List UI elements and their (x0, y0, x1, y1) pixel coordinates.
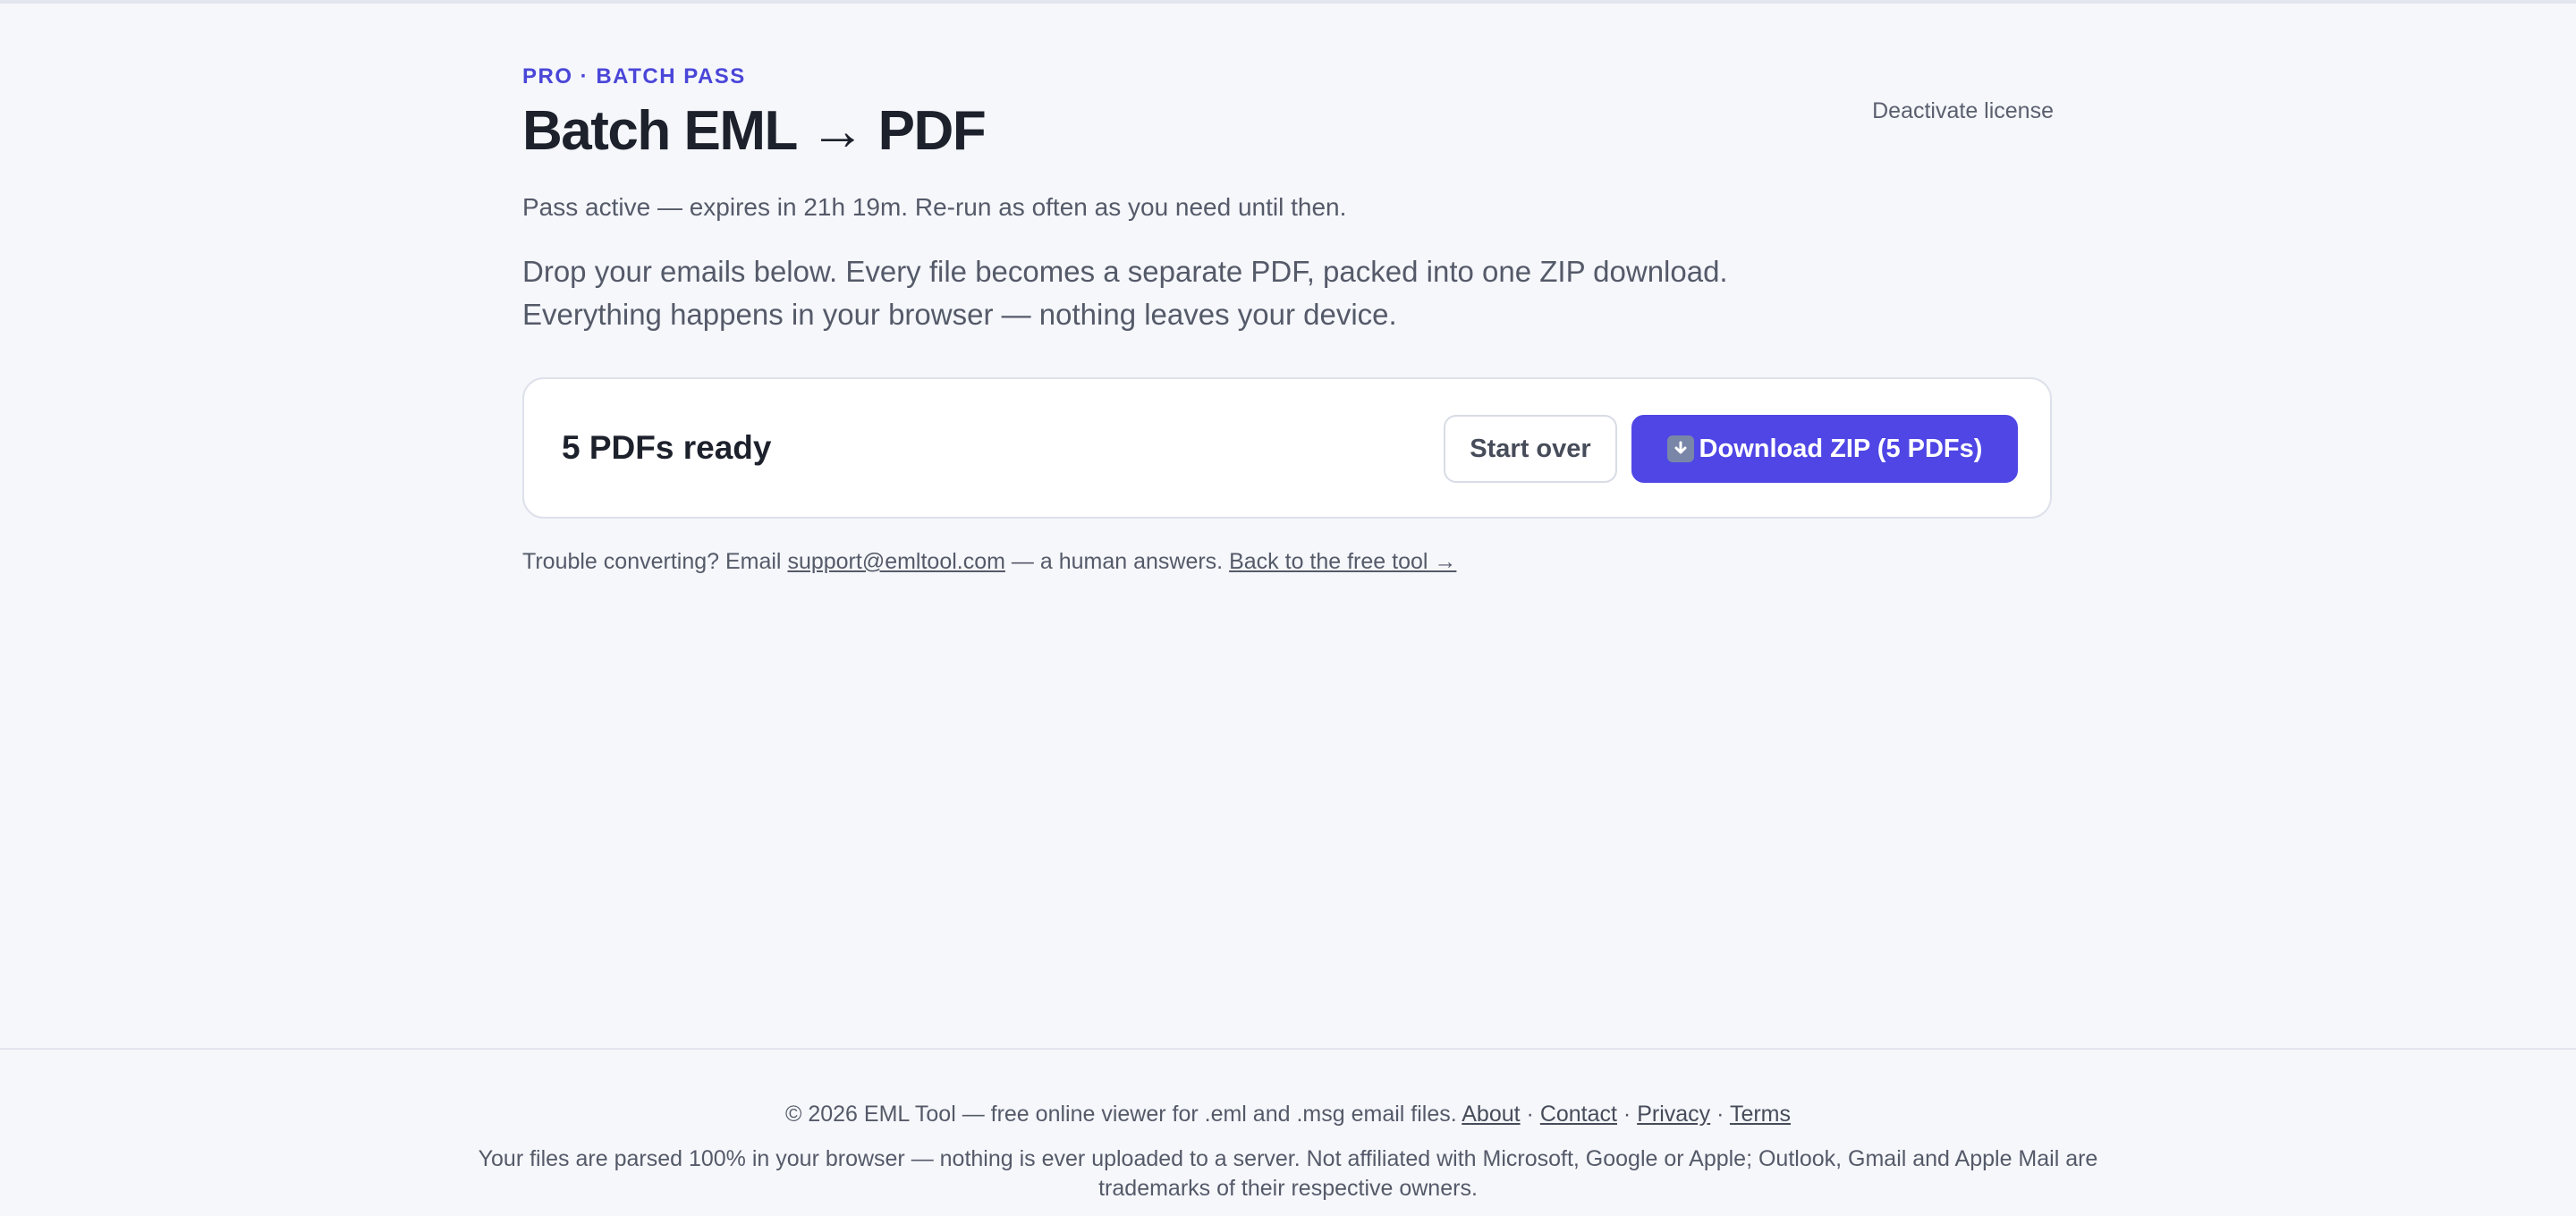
result-card: 5 PDFs ready Start over Download ZIP (5 … (522, 377, 2052, 519)
footer-link-about[interactable]: About (1462, 1102, 1520, 1127)
help-prefix: Trouble converting? Email (522, 549, 788, 574)
footer-copyright-line: © 2026 EML Tool — free online viewer for… (0, 1102, 2576, 1127)
deactivate-license-link[interactable]: Deactivate license (1872, 98, 2054, 124)
plan-eyebrow: PRO · BATCH PASS (522, 64, 746, 89)
footer-link-terms[interactable]: Terms (1730, 1102, 1791, 1127)
intro-line-1: Drop your emails below. Every file becom… (522, 255, 1728, 288)
footer-separator: · (1710, 1102, 1730, 1127)
page-title: Batch EML → PDF (522, 100, 987, 162)
back-to-free-tool-link[interactable]: Back to the free tool → (1229, 549, 1456, 574)
footer-link-privacy[interactable]: Privacy (1637, 1102, 1710, 1127)
start-over-button[interactable]: Start over (1444, 415, 1617, 483)
download-zip-label: Download ZIP (5 PDFs) (1699, 434, 1983, 463)
intro-line-2: Everything happens in your browser — not… (522, 298, 1397, 331)
footer-copyright: © 2026 EML Tool — free online viewer for… (784, 1102, 1462, 1127)
footer-disclaimer: Your files are parsed 100% in your brows… (478, 1146, 2098, 1201)
help-line: Trouble converting? Email support@emltoo… (522, 549, 1456, 575)
footer-separator: · (1520, 1102, 1540, 1127)
support-email-link[interactable]: support@emltool.com (787, 549, 1005, 574)
pdfs-ready-count: 5 PDFs ready (562, 429, 772, 466)
help-middle: — a human answers. (1004, 549, 1230, 574)
footer-separator: · (1616, 1102, 1638, 1127)
page-footer: © 2026 EML Tool — free online viewer for… (0, 1048, 2576, 1216)
intro-text: Drop your emails below. Every file becom… (522, 250, 1728, 336)
pass-status-text: Pass active — expires in 21h 19m. Re-run… (522, 193, 1347, 221)
top-divider (0, 0, 2576, 4)
download-arrow-icon (1666, 435, 1694, 462)
footer-link-contact[interactable]: Contact (1540, 1102, 1617, 1127)
download-zip-button[interactable]: Download ZIP (5 PDFs) (1631, 415, 2018, 483)
